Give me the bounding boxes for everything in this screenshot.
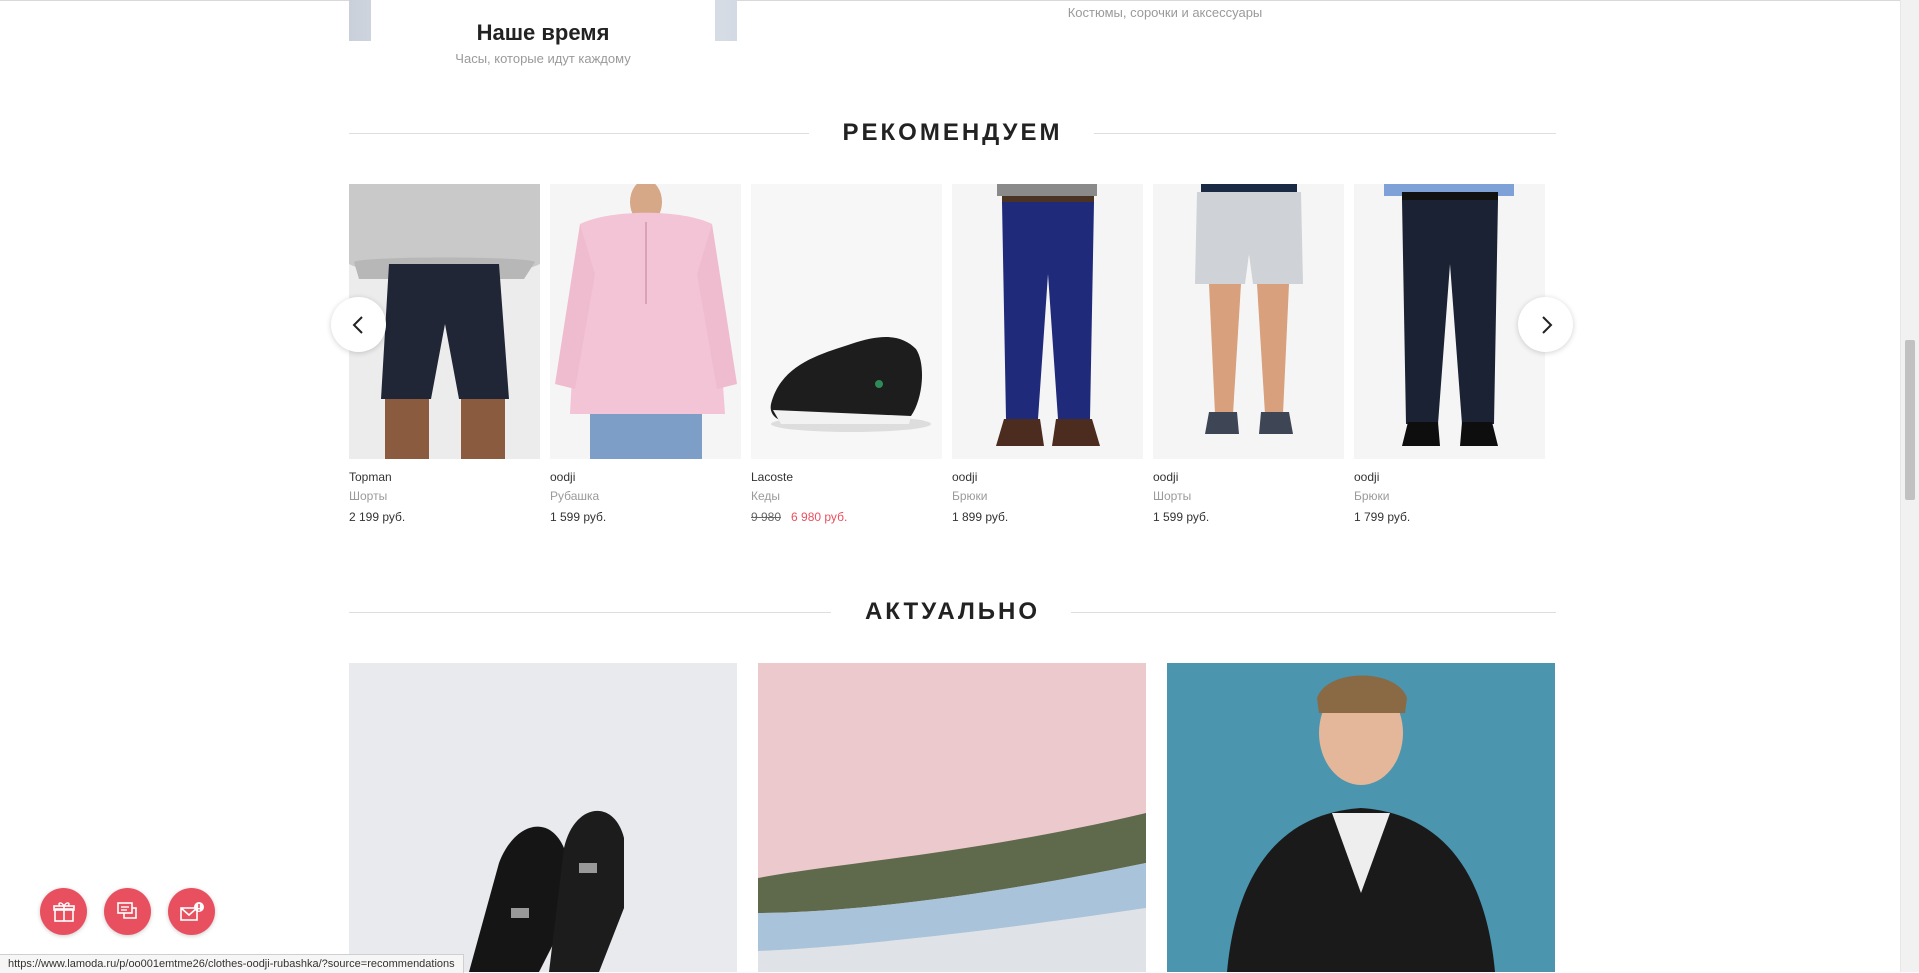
carousel-prev-button[interactable] bbox=[331, 297, 386, 352]
mail-alert-icon bbox=[179, 901, 204, 921]
product-price: 1 799 руб. bbox=[1354, 510, 1411, 524]
product-image[interactable] bbox=[1354, 184, 1545, 459]
product-price: 9 980 6 980 руб. bbox=[751, 510, 942, 526]
leather-jacket-image bbox=[1167, 663, 1555, 972]
status-url-bar: https://www.lamoda.ru/p/oo001emtme26/clo… bbox=[0, 954, 464, 973]
product-brand: oodji bbox=[1354, 470, 1380, 484]
gift-button[interactable] bbox=[40, 888, 87, 935]
heading-line-right bbox=[1071, 612, 1556, 613]
product-price: 2 199 руб. bbox=[349, 510, 406, 524]
scrollbar-thumb[interactable] bbox=[1905, 340, 1915, 500]
product-card[interactable]: Topman Шорты 2 199 руб. bbox=[349, 184, 540, 526]
product-card[interactable]: Lacoste Кеды 9 980 6 980 руб. bbox=[751, 184, 942, 526]
product-image[interactable] bbox=[751, 184, 942, 459]
promo-title-watches: Наше время bbox=[476, 20, 610, 45]
product-old-price: 9 980 bbox=[751, 510, 782, 524]
page-scrollbar[interactable] bbox=[1900, 0, 1919, 972]
product-sale-price: 6 980 руб. bbox=[791, 510, 848, 524]
chat-button[interactable] bbox=[104, 888, 151, 935]
product-price: 1 899 руб. bbox=[952, 510, 1009, 524]
product-price: 1 599 руб. bbox=[550, 510, 607, 524]
gift-icon bbox=[52, 901, 75, 922]
product-category: Кеды bbox=[751, 489, 781, 503]
actual-tile-fabrics[interactable] bbox=[758, 663, 1146, 972]
product-image[interactable] bbox=[952, 184, 1143, 459]
recommend-heading: РЕКОМЕНДУЕМ bbox=[349, 119, 1556, 149]
top-divider bbox=[0, 0, 1901, 1]
product-brand: oodji bbox=[550, 470, 576, 484]
product-price: 1 599 руб. bbox=[1153, 510, 1210, 524]
product-category: Шорты bbox=[349, 489, 388, 503]
actual-tile-leather-jacket[interactable] bbox=[1167, 663, 1555, 972]
chat-icon bbox=[116, 901, 137, 919]
product-category: Брюки bbox=[952, 489, 988, 503]
heading-line-right bbox=[1094, 133, 1556, 134]
product-image[interactable] bbox=[550, 184, 741, 459]
product-brand: Topman bbox=[349, 470, 392, 484]
feedback-button[interactable] bbox=[168, 888, 215, 935]
product-card[interactable]: oodji Рубашка 1 599 руб. bbox=[550, 184, 741, 526]
actual-tile-shoes[interactable] bbox=[349, 663, 737, 972]
product-card[interactable]: oodji Брюки 1 799 руб. bbox=[1354, 184, 1545, 526]
product-brand: oodji bbox=[952, 470, 978, 484]
carousel-next-button[interactable] bbox=[1518, 297, 1573, 352]
product-card[interactable]: oodji Брюки 1 899 руб. bbox=[952, 184, 1143, 526]
chevron-right-icon bbox=[1541, 315, 1552, 334]
product-brand: oodji bbox=[1153, 470, 1179, 484]
fabrics-image bbox=[758, 663, 1146, 972]
product-card[interactable]: oodji Шорты 1 599 руб. bbox=[1153, 184, 1344, 526]
chevron-left-icon bbox=[352, 315, 363, 334]
promo-subtitle-watches: Часы, которые идут каждому bbox=[455, 51, 631, 66]
promo-subtitle-suits: Костюмы, сорочки и аксессуары bbox=[1067, 5, 1263, 20]
product-category: Рубашка bbox=[550, 489, 600, 503]
actual-heading: АКТУАЛЬНО bbox=[349, 598, 1556, 628]
product-category: Брюки bbox=[1354, 489, 1390, 503]
product-category: Шорты bbox=[1153, 489, 1192, 503]
shoes-image bbox=[349, 663, 737, 972]
product-image[interactable] bbox=[1153, 184, 1344, 459]
product-brand: Lacoste bbox=[751, 470, 794, 484]
